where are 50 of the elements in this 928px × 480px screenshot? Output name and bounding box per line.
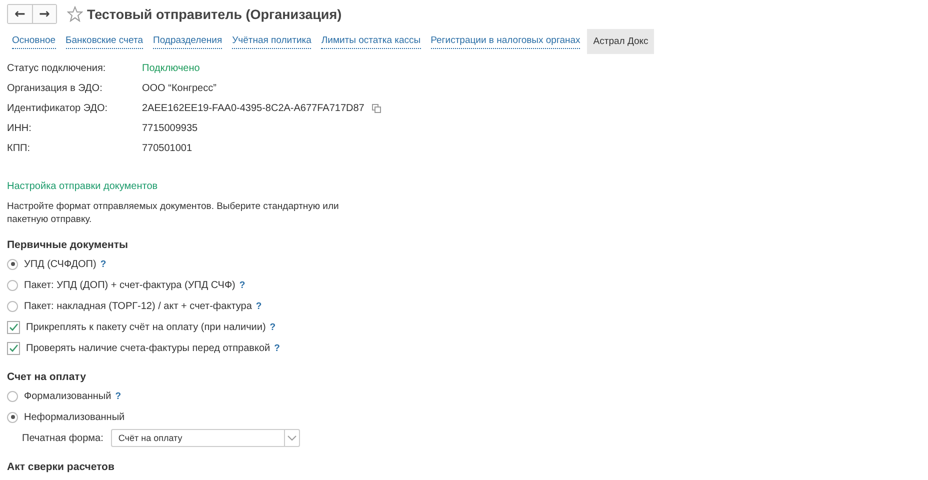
radio-button[interactable] bbox=[7, 258, 18, 270]
tab[interactable]: Лимиты остатка кассы bbox=[321, 34, 421, 49]
back-button[interactable]: ← bbox=[8, 5, 32, 23]
tab[interactable]: Банковские счета bbox=[66, 34, 144, 49]
forward-button[interactable]: → bbox=[32, 5, 56, 23]
tab[interactable]: Учётная политика bbox=[232, 34, 312, 49]
field-value: 7715009935 bbox=[142, 122, 198, 135]
field-value: 770501001 bbox=[142, 142, 192, 155]
field-label: Организация в ЭДО: bbox=[7, 82, 104, 95]
description: Настройте формат отправляемых документов. Выберите стандартную или пакетную отправку. bbox=[7, 200, 340, 226]
tab[interactable]: Основное bbox=[12, 34, 56, 49]
window-title: Тестовый отправитель (Организация) bbox=[87, 6, 342, 22]
checkbox[interactable] bbox=[7, 320, 20, 334]
field-label: Статус подключения: bbox=[7, 62, 107, 75]
field-label: Идентификатор ЭДО: bbox=[7, 102, 109, 115]
tab[interactable]: Астрал Докс bbox=[587, 29, 654, 54]
field-label: Печатная форма: bbox=[22, 432, 104, 444]
option-label: Формализованный bbox=[24, 390, 112, 402]
star-icon[interactable] bbox=[67, 6, 83, 22]
chevron-down-icon bbox=[287, 435, 298, 441]
help-icon[interactable]: ? bbox=[115, 390, 122, 402]
radio-button[interactable] bbox=[7, 412, 18, 422]
option-label: Неформализованный bbox=[24, 412, 125, 422]
help-icon[interactable]: ? bbox=[239, 280, 246, 290]
radio-button[interactable] bbox=[7, 300, 18, 312]
radio-button[interactable] bbox=[7, 280, 18, 290]
print-form-dropdown[interactable]: Счёт на оплату bbox=[111, 429, 300, 447]
radio-button[interactable] bbox=[7, 390, 18, 402]
field-value: ООО “Конгресс” bbox=[142, 82, 216, 95]
section-heading: Первичные документы bbox=[7, 239, 129, 251]
option-label: Пакет: УПД (ДОП) + счет-фактура (УПД СЧФ) bbox=[24, 280, 236, 290]
option-label: Проверять наличие счета-фактуры перед отправкой bbox=[26, 342, 270, 354]
option-label: Прикреплять к пакету счёт на оплату (при наличии) bbox=[26, 322, 266, 332]
tab[interactable]: Регистрации в налоговых органах bbox=[430, 34, 580, 49]
checkbox[interactable] bbox=[7, 342, 20, 354]
field-label: КПП: bbox=[7, 142, 31, 155]
field-label: ИНН: bbox=[7, 122, 32, 135]
section-heading: Акт сверки расчетов bbox=[7, 461, 116, 473]
tab[interactable]: Подразделения bbox=[153, 34, 222, 49]
copy-icon[interactable] bbox=[372, 104, 382, 113]
help-icon[interactable]: ? bbox=[270, 322, 276, 332]
option-label: УПД (СЧФДОП) bbox=[24, 258, 96, 270]
status-value: Подключено bbox=[142, 62, 200, 75]
help-icon[interactable]: ? bbox=[256, 300, 262, 312]
help-icon[interactable]: ? bbox=[274, 342, 280, 354]
option-label: Пакет: накладная (ТОРГ-12) / акт + счет-фактура bbox=[24, 300, 252, 312]
section-link[interactable]: Настройка отправки документов bbox=[7, 181, 921, 192]
field-value: 2AEE162EE19-FAA0-4395-8C2A-A677FA717D87 bbox=[142, 102, 364, 115]
help-icon[interactable]: ? bbox=[100, 258, 106, 270]
section-heading: Счет на оплату bbox=[7, 371, 87, 383]
